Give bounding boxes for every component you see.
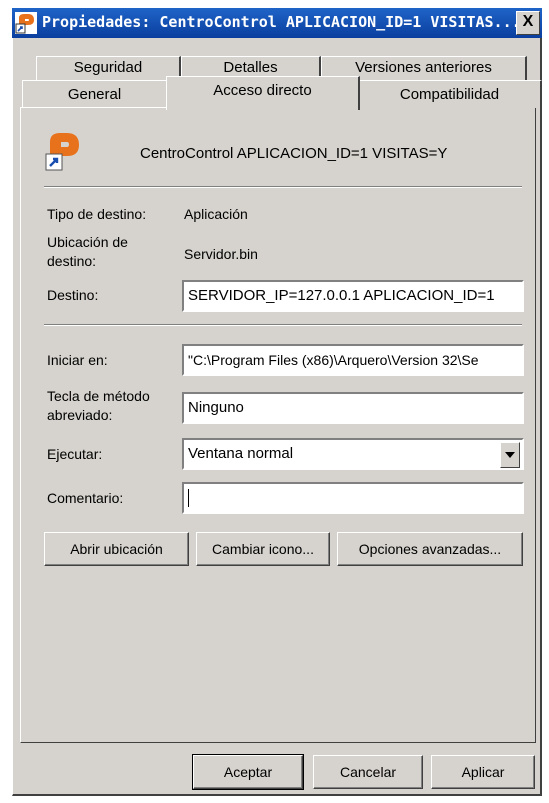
tab-general[interactable]: General <box>22 80 168 108</box>
destino-input[interactable]: SERVIDOR_IP=127.0.0.1 APLICACION_ID=1 <box>182 280 524 312</box>
tecla-metodo-input[interactable]: Ninguno <box>182 392 524 424</box>
tecla-metodo-label-2: abreviado: <box>47 407 113 423</box>
ejecutar-select[interactable]: Ventana normal <box>182 438 524 470</box>
tecla-metodo-label-1: Tecla de método <box>47 388 150 404</box>
cambiar-icono-button[interactable]: Cambiar icono... <box>196 532 330 566</box>
app-icon <box>15 12 37 34</box>
tipo-destino-label: Tipo de destino: <box>47 206 147 222</box>
ubicacion-destino-label-2: destino: <box>47 253 97 269</box>
ubicacion-destino-label-1: Ubicación de <box>47 234 128 250</box>
destino-label: Destino: <box>47 287 99 303</box>
ejecutar-label: Ejecutar: <box>47 446 103 462</box>
tab-panel <box>20 107 536 743</box>
comentario-label: Comentario: <box>47 490 124 506</box>
ejecutar-selected-value: Ventana normal <box>188 445 294 462</box>
close-button[interactable]: X <box>516 11 540 35</box>
shortcut-app-icon <box>45 133 79 171</box>
iniciar-en-input[interactable]: "C:\Program Files (x86)\Arquero\Version … <box>182 344 524 376</box>
aceptar-button[interactable]: Aceptar <box>192 754 304 790</box>
separator-top <box>44 186 522 188</box>
properties-dialog: Propiedades: CentroControl APLICACION_ID… <box>0 0 549 803</box>
shortcut-name: CentroControl APLICACION_ID=1 VISITAS=Y <box>140 145 448 162</box>
tab-seguridad[interactable]: Seguridad <box>36 56 181 80</box>
abrir-ubicacion-button[interactable]: Abrir ubicación <box>44 532 189 566</box>
text-cursor <box>188 489 189 508</box>
tab-acceso-directo[interactable]: Acceso directo <box>166 76 360 110</box>
comentario-input[interactable] <box>182 482 524 514</box>
cancelar-button[interactable]: Cancelar <box>313 755 423 789</box>
opciones-avanzadas-button[interactable]: Opciones avanzadas... <box>337 532 523 566</box>
tab-compatibilidad[interactable]: Compatibilidad <box>358 80 542 108</box>
separator-middle <box>44 324 522 326</box>
title-bar[interactable]: Propiedades: CentroControl APLICACION_ID… <box>12 8 542 38</box>
tipo-destino-value: Aplicación <box>184 206 248 222</box>
window-title: Propiedades: CentroControl APLICACION_ID… <box>42 13 521 31</box>
chevron-down-icon[interactable] <box>500 442 520 468</box>
ubicacion-destino-value: Servidor.bin <box>184 246 258 262</box>
aplicar-button[interactable]: Aplicar <box>431 755 535 789</box>
iniciar-en-label: Iniciar en: <box>47 352 108 368</box>
